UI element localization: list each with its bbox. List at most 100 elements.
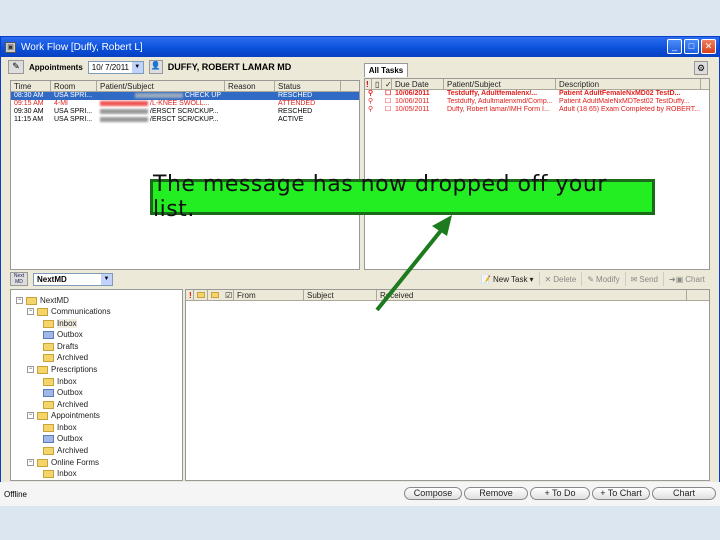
appointment-row[interactable]: 08:30 AM USA SPRI... CHECK UP RESCHED xyxy=(11,92,359,100)
chart-toolbar-button[interactable]: ➜▣ Chart xyxy=(664,272,710,286)
col-priority[interactable]: ! xyxy=(186,290,194,300)
tree-item-label: Outbox xyxy=(57,330,83,339)
collapse-icon[interactable]: − xyxy=(27,308,34,315)
tree-item-outbox[interactable]: Outbox xyxy=(43,330,83,339)
task-subject: Testduffy, Adultmalenxmd/Comp... xyxy=(447,98,553,105)
col-patient[interactable]: Patient/Subject xyxy=(97,81,225,91)
collapse-icon[interactable]: − xyxy=(27,459,34,466)
tree-item-label: NextMD xyxy=(40,296,69,305)
tree-item-prescriptions[interactable]: − Prescriptions xyxy=(27,365,97,374)
col-reason[interactable]: Reason xyxy=(225,81,275,91)
collapse-icon[interactable]: − xyxy=(27,366,34,373)
appt-status: ATTENDED xyxy=(278,100,316,107)
tree-item-inbox[interactable]: Inbox xyxy=(43,377,77,386)
tree-item-archived[interactable]: Archived xyxy=(43,353,88,362)
remove-button[interactable]: Remove xyxy=(464,487,528,500)
nextmd-dropdown[interactable]: NextMD ▼ xyxy=(33,272,113,286)
tasks-header: ! ▯ ✓ Due Date Patient/Subject Descripti… xyxy=(365,79,709,90)
col-folder[interactable] xyxy=(208,290,222,300)
chevron-down-icon: ▼ xyxy=(131,61,143,73)
task-due: 10/05/2011 xyxy=(395,106,430,113)
folder-icon xyxy=(37,307,48,316)
col-room[interactable]: Room xyxy=(51,81,97,91)
task-row[interactable]: ⚲ ☐ 10/06/2011 Testduffy, Adultfemalenx/… xyxy=(365,90,709,98)
modify-button[interactable]: ✎ Modify xyxy=(582,272,626,286)
add-to-do-button[interactable]: + To Do xyxy=(530,487,590,500)
folder-icon xyxy=(43,330,54,339)
tree-item-nextmd[interactable]: − NextMD xyxy=(16,296,69,305)
tree-item-inbox[interactable]: Inbox xyxy=(43,423,77,432)
col-received[interactable]: Received xyxy=(377,290,687,300)
col-subject[interactable]: Subject xyxy=(304,290,377,300)
appointment-row[interactable]: 11:15 AM USA SPRI... /ERSCT SCR/CKUP... … xyxy=(11,116,359,124)
tree-item-inbox[interactable]: Inbox xyxy=(43,319,77,328)
chevron-down-icon: ▼ xyxy=(101,273,112,285)
tree-item-label: Inbox xyxy=(57,377,77,386)
task-checkbox[interactable]: ☐ xyxy=(382,90,392,98)
task-settings-icon[interactable]: ⚙ xyxy=(694,61,708,75)
appt-room: USA SPRI... xyxy=(54,116,93,123)
appointments-header: Time Room Patient/Subject Reason Status xyxy=(11,81,359,92)
maximize-button[interactable]: □ xyxy=(684,39,699,54)
delete-icon: ✕ xyxy=(544,274,552,284)
tree-item-online-forms[interactable]: − Online Forms xyxy=(27,458,99,467)
col-due-date[interactable]: Due Date xyxy=(392,79,444,89)
task-checkbox[interactable]: ☐ xyxy=(382,98,392,106)
col-description[interactable]: Description xyxy=(556,79,701,89)
appt-status: ACTIVE xyxy=(278,116,304,123)
messages-header: ! ☑ From Subject Received xyxy=(186,290,709,301)
col-priority[interactable]: ! xyxy=(365,79,372,89)
delete-button[interactable]: ✕ Delete xyxy=(540,272,583,286)
tree-item-label: Archived xyxy=(57,353,89,362)
appt-room: USA SPRI... xyxy=(54,108,93,115)
new-task-button[interactable]: 📝 New Task ▾ xyxy=(476,272,540,286)
tree-item-inbox[interactable]: Inbox xyxy=(43,469,77,478)
appointment-row[interactable]: 09:30 AM USA SPRI... /ERSCT SCR/CKUP... … xyxy=(11,108,359,116)
send-button[interactable]: ✉ Send xyxy=(626,272,664,286)
tree-item-label: Inbox xyxy=(57,319,77,328)
col-time[interactable]: Time xyxy=(11,81,51,91)
minimize-button[interactable]: _ xyxy=(667,39,682,54)
folder-icon xyxy=(211,292,219,298)
tree-item-drafts[interactable]: Drafts xyxy=(43,342,78,351)
task-row[interactable]: ⚲ ☐ 10/06/2011 Testduffy, Adultmalenxmd/… xyxy=(365,98,709,106)
tree-item-outbox[interactable]: Outbox xyxy=(43,434,83,443)
task-row[interactable]: ⚲ ☐ 10/05/2011 Duffy, Robert lamar/IMH F… xyxy=(365,106,709,114)
col-check[interactable]: ☑ xyxy=(222,290,234,300)
col-done[interactable]: ✓ xyxy=(382,79,392,89)
collapse-icon[interactable]: − xyxy=(16,297,23,304)
tree-item-label: Prescriptions xyxy=(51,365,98,374)
appointments-icon[interactable]: ✎ xyxy=(8,60,24,74)
close-button[interactable]: ✕ xyxy=(701,39,716,54)
folder-icon xyxy=(43,353,54,362)
tab-all-tasks[interactable]: All Tasks xyxy=(364,63,408,77)
tree-item-communications[interactable]: − Communications xyxy=(27,307,111,316)
appointment-row[interactable]: 09:15 AM 4-MI /L-KNEE SWOLL... ATTENDED xyxy=(11,100,359,108)
chart-button[interactable]: Chart xyxy=(652,487,716,500)
add-to-chart-button[interactable]: + To Chart xyxy=(592,487,650,500)
provider-icon[interactable]: 👤 xyxy=(148,60,163,74)
col-note[interactable]: ▯ xyxy=(372,79,382,89)
tree-item-outbox[interactable]: Outbox xyxy=(43,388,83,397)
tree-item-archived[interactable]: Archived xyxy=(43,446,88,455)
col-patient-subject[interactable]: Patient/Subject xyxy=(444,79,556,89)
appointment-date-dropdown[interactable]: 10/ 7/2011 ▼ xyxy=(87,60,144,74)
col-status[interactable]: Status xyxy=(275,81,341,91)
nextmd-folder-tree xyxy=(10,289,183,481)
app-icon: ▣ xyxy=(5,41,16,53)
col-from[interactable]: From xyxy=(234,290,304,300)
appt-subject: /ERSCT SCR/CKUP... xyxy=(97,116,225,124)
tree-item-label: Archived xyxy=(57,446,89,455)
collapse-icon[interactable]: − xyxy=(27,412,34,419)
appt-subject: /L-KNEE SWOLL... xyxy=(97,100,225,108)
col-envelope[interactable] xyxy=(194,290,208,300)
appt-status: RESCHED xyxy=(278,108,313,115)
tree-item-archived[interactable]: Archived xyxy=(43,400,88,409)
tree-item-appointments[interactable]: − Appointments xyxy=(27,411,100,420)
task-action-toolbar: 📝 New Task ▾ ✕ Delete ✎ Modify ✉ Send ➜▣ Char… xyxy=(476,272,710,286)
provider-name: DUFFY, ROBERT LAMAR MD xyxy=(167,62,292,72)
compose-button[interactable]: Compose xyxy=(404,487,462,500)
appointment-date-value: 10/ 7/2011 xyxy=(91,62,129,72)
task-subject: Testduffy, Adultfemalenx/... xyxy=(447,90,538,97)
task-checkbox[interactable]: ☐ xyxy=(382,106,392,114)
